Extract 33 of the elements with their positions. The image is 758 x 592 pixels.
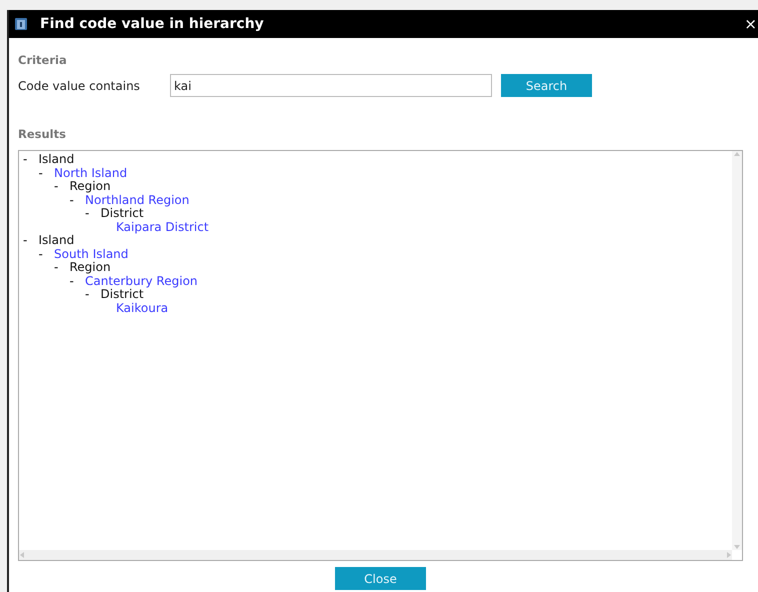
tree-item[interactable]: North Island — [54, 166, 128, 180]
tree-item[interactable]: Island — [38, 153, 74, 166]
collapse-toggle[interactable]: - — [85, 207, 100, 220]
scroll-up-icon[interactable] — [733, 151, 741, 157]
section-heading: Results — [18, 127, 67, 141]
tree-item[interactable]: Kaikoura — [116, 302, 168, 315]
collapse-toggle[interactable]: - — [70, 274, 85, 288]
tree-item[interactable]: Northland Region — [85, 194, 190, 207]
close-button[interactable]: × — [744, 15, 757, 33]
collapse-toggle[interactable]: - — [70, 194, 85, 207]
section-heading: Criteria — [18, 53, 68, 67]
window-title: Find code value in hierarchy — [40, 16, 264, 32]
collapse-toggle[interactable]: - — [23, 153, 38, 166]
tree-item[interactable]: District — [100, 207, 144, 220]
collapse-toggle[interactable]: - — [38, 166, 54, 180]
collapse-toggle[interactable]: - — [38, 248, 54, 261]
collapse-toggle[interactable]: - — [23, 234, 38, 248]
collapse-toggle[interactable]: - — [54, 261, 70, 274]
collapse-toggle[interactable]: - — [85, 288, 100, 302]
collapse-toggle[interactable]: - — [54, 180, 70, 194]
app-icon — [14, 17, 28, 31]
scroll-right-icon[interactable] — [726, 551, 732, 559]
tree-item[interactable]: Canterbury Region — [85, 274, 198, 288]
tree-item[interactable]: South Island — [54, 248, 128, 261]
tree-item[interactable]: Region — [70, 180, 111, 194]
scroll-down-icon[interactable] — [733, 544, 741, 550]
tree-item[interactable]: Kaipara District — [116, 220, 209, 234]
tree-item[interactable]: District — [100, 288, 144, 302]
field-label: Code value contains — [18, 78, 141, 92]
tree-item[interactable]: Region — [70, 261, 111, 274]
tree-item[interactable]: Island — [38, 234, 74, 248]
scroll-left-icon[interactable] — [19, 551, 25, 559]
search-field[interactable]: kai — [170, 74, 492, 97]
